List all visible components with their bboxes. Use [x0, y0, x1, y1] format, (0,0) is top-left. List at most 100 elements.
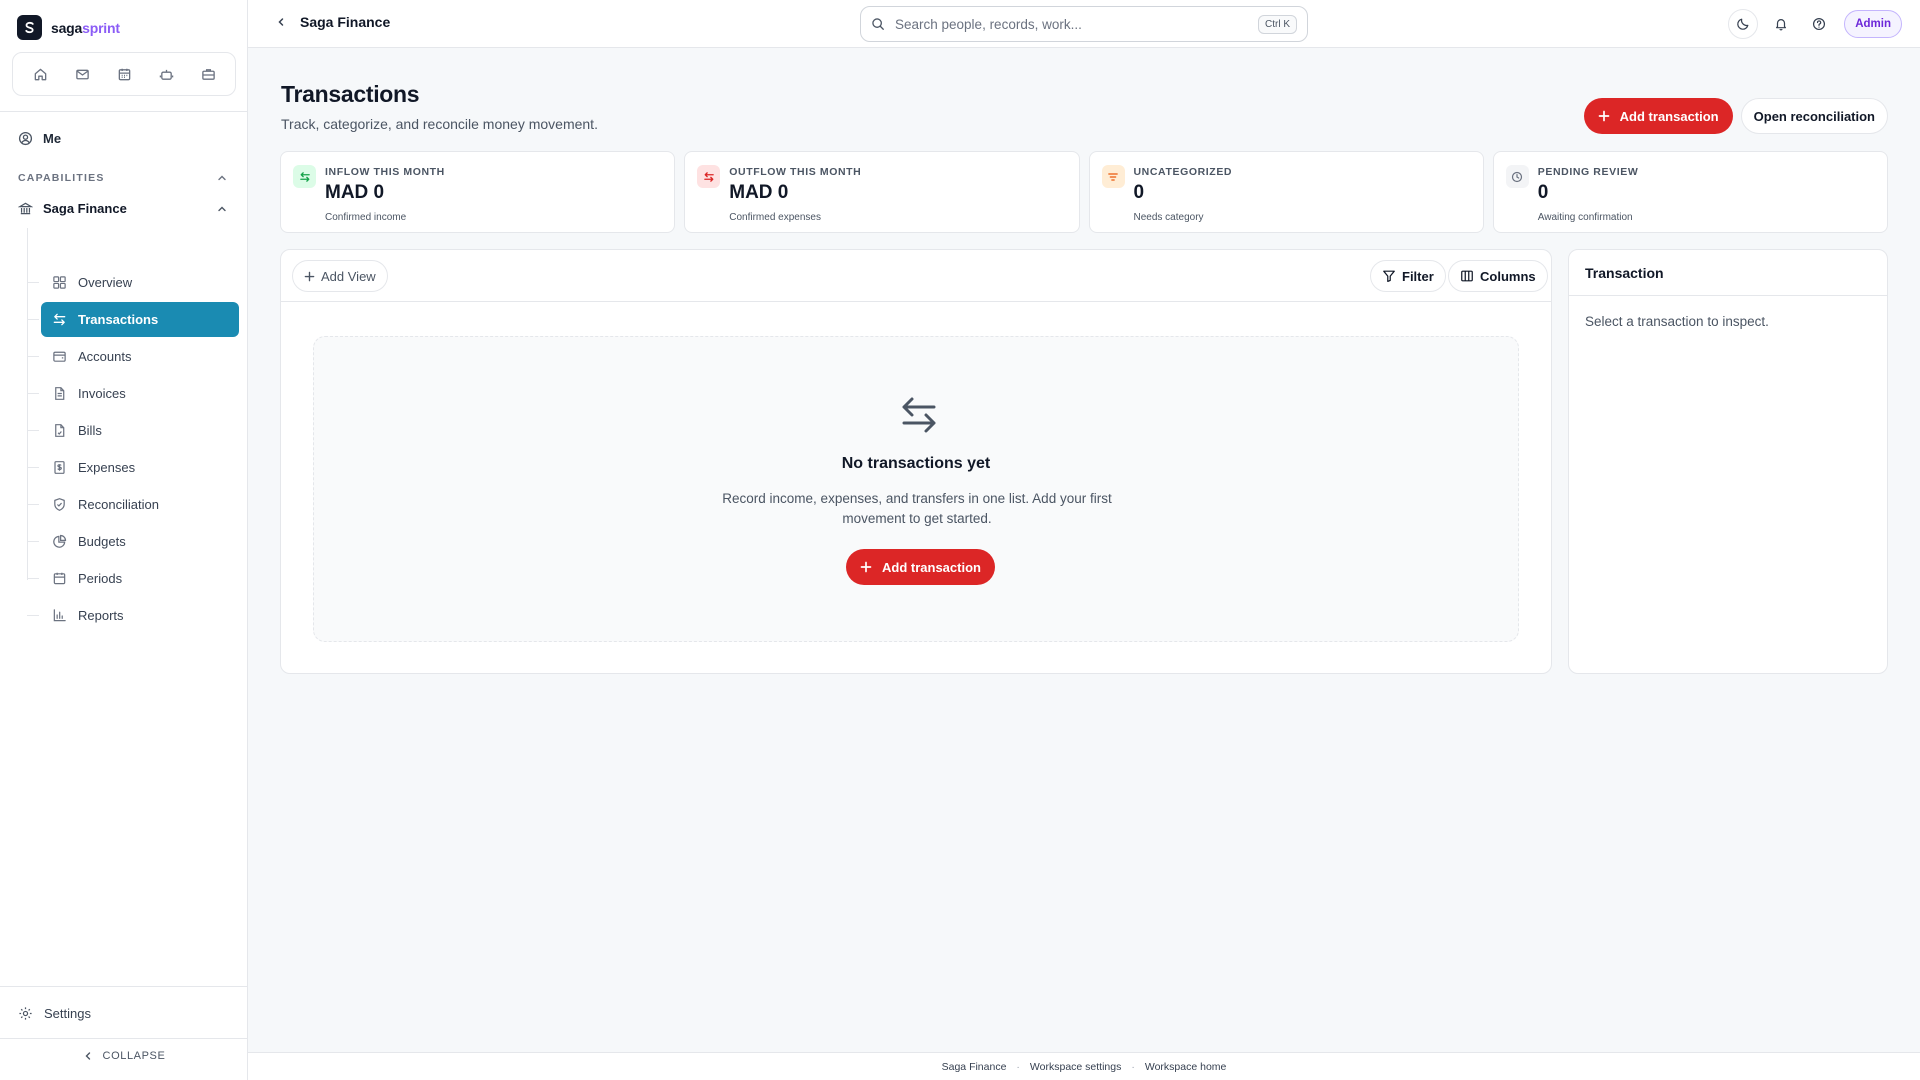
- wallet-icon: [52, 349, 67, 364]
- empty-add-transaction-button[interactable]: Add transaction: [846, 549, 995, 585]
- sidebar-item-overview[interactable]: Overview: [27, 265, 239, 300]
- calendar-icon: [52, 571, 67, 586]
- sidebar-item-label: Invoices: [78, 386, 126, 401]
- main-content: Transactions Track, categorize, and reco…: [248, 48, 1920, 1052]
- transaction-detail-panel: Transaction Select a transaction to insp…: [1568, 249, 1888, 674]
- plus-icon: [304, 271, 315, 282]
- briefcase-icon[interactable]: [193, 59, 223, 89]
- add-view-button[interactable]: Add View: [292, 260, 388, 292]
- user-circle-icon: [18, 131, 33, 146]
- sidebar-item-label: Reports: [78, 608, 124, 623]
- sidebar-item-accounts[interactable]: Accounts: [27, 339, 239, 374]
- sidebar-item-periods[interactable]: Periods: [27, 561, 239, 596]
- plus-icon: [860, 561, 872, 573]
- top-bar: Saga Finance Ctrl K Admin: [248, 0, 1920, 48]
- notifications-button[interactable]: [1766, 9, 1796, 39]
- open-reconciliation-button[interactable]: Open reconciliation: [1740, 98, 1888, 134]
- footer-link-workspace-home[interactable]: Workspace home: [1145, 1061, 1227, 1073]
- stat-note: Needs category: [1133, 212, 1204, 223]
- robot-icon[interactable]: [151, 59, 181, 89]
- global-search[interactable]: Ctrl K: [860, 6, 1308, 42]
- chevron-left-icon: [276, 17, 286, 27]
- sidebar-item-invoices[interactable]: Invoices: [27, 376, 239, 411]
- list-toolbar: Add View Filter Columns: [281, 250, 1551, 302]
- sidebar-item-budgets[interactable]: Budgets: [27, 524, 239, 559]
- collapse-label: COLLAPSE: [102, 1050, 166, 1062]
- columns-icon: [1460, 269, 1474, 283]
- back-button[interactable]: Saga Finance: [276, 14, 390, 30]
- sidebar-item-settings[interactable]: Settings: [18, 1006, 91, 1021]
- search-shortcut-badge: Ctrl K: [1258, 14, 1297, 34]
- gear-icon: [18, 1006, 33, 1021]
- transactions-list-panel: Add View Filter Columns No transactions …: [280, 249, 1552, 674]
- brand-name-accent: sprint: [82, 19, 120, 36]
- home-icon[interactable]: [25, 59, 55, 89]
- collapse-sidebar-button[interactable]: COLLAPSE: [0, 1050, 248, 1062]
- sidebar-item-label: Me: [43, 131, 62, 146]
- nav-tree-line: [27, 228, 28, 580]
- breadcrumb-title: Saga Finance: [300, 14, 391, 30]
- sidebar-item-bills[interactable]: Bills: [27, 413, 239, 448]
- sidebar-item-expenses[interactable]: Expenses: [27, 450, 239, 485]
- dark-mode-toggle[interactable]: [1728, 9, 1759, 39]
- sidebar-item-label: Bills: [78, 423, 102, 438]
- sidebar-item-me[interactable]: Me: [18, 131, 61, 146]
- admin-badge[interactable]: Admin: [1844, 10, 1902, 38]
- help-button[interactable]: [1804, 9, 1834, 39]
- stat-note: Confirmed income: [325, 212, 407, 223]
- filter-button[interactable]: Filter: [1370, 260, 1446, 292]
- stat-note: Confirmed expenses: [729, 212, 821, 223]
- quick-launch-bar: [12, 52, 236, 96]
- brand[interactable]: sagasprint: [17, 15, 120, 40]
- footer-link-workspace-settings[interactable]: Workspace settings: [1030, 1061, 1121, 1073]
- bank-icon: [18, 201, 33, 216]
- detail-panel-placeholder: Select a transaction to inspect.: [1585, 314, 1769, 329]
- stat-note: Awaiting confirmation: [1537, 212, 1633, 223]
- footer-separator: ·: [1016, 1060, 1020, 1073]
- stat-value: 0: [1133, 182, 1145, 203]
- page-actions: Add transaction Open reconciliation: [1583, 98, 1888, 134]
- button-label: Add transaction: [882, 559, 981, 575]
- brand-name: sagasprint: [51, 20, 120, 36]
- sidebar-item-transactions[interactable]: Transactions: [27, 302, 239, 337]
- sidebar-item-label: Transactions: [78, 312, 159, 327]
- button-label: Add View: [321, 268, 376, 284]
- sidebar-item-label: Periods: [78, 571, 123, 586]
- footer-link-saga-finance[interactable]: Saga Finance: [942, 1061, 1007, 1073]
- columns-button[interactable]: Columns: [1448, 260, 1548, 292]
- sidebar-item-reconciliation[interactable]: Reconciliation: [27, 487, 239, 522]
- stat-card-uncategorized: UNCATEGORIZED 0 Needs category: [1088, 151, 1484, 233]
- mail-icon[interactable]: [67, 59, 97, 89]
- page-subtitle: Track, categorize, and reconcile money m…: [281, 116, 598, 132]
- capabilities-label: CAPABILITIES: [18, 172, 105, 184]
- plus-icon: [1598, 110, 1610, 122]
- top-bar-actions: Admin: [1728, 9, 1902, 39]
- stat-value: MAD 0: [729, 182, 789, 203]
- calendar-icon[interactable]: [109, 59, 139, 89]
- search-input[interactable]: [895, 16, 1248, 32]
- arrows-swap-icon: [899, 395, 939, 435]
- sidebar-divider: [0, 111, 248, 112]
- stat-card-pending-review: PENDING REVIEW 0 Awaiting confirmation: [1492, 151, 1888, 233]
- sidebar-item-label: Accounts: [78, 349, 132, 364]
- sidebar-item-label: Settings: [44, 1006, 91, 1021]
- sidebar-divider: [0, 1038, 248, 1039]
- add-transaction-button[interactable]: Add transaction: [1583, 98, 1733, 134]
- chevron-up-icon: [216, 203, 228, 215]
- sidebar-divider: [0, 986, 248, 987]
- stats-row: INFLOW THIS MONTH MAD 0 Confirmed income…: [280, 151, 1888, 233]
- brand-logo-icon: [17, 15, 42, 40]
- sidebar-item-reports[interactable]: Reports: [27, 598, 239, 633]
- grid-icon: [52, 275, 67, 290]
- stat-card-outflow: OUTFLOW THIS MONTH MAD 0 Confirmed expen…: [684, 151, 1080, 233]
- capabilities-header[interactable]: CAPABILITIES: [18, 172, 228, 184]
- empty-state-title: No transactions yet: [841, 455, 991, 472]
- bar-chart-icon: [52, 608, 67, 623]
- stat-label: PENDING REVIEW: [1537, 166, 1639, 178]
- sidebar: sagasprint Me CAPABILITIES Saga Finance …: [0, 0, 248, 1080]
- stat-label: OUTFLOW THIS MONTH: [729, 166, 862, 178]
- filter-icon: [1382, 269, 1396, 283]
- stat-value: MAD 0: [325, 182, 385, 203]
- module-saga-finance[interactable]: Saga Finance: [18, 201, 228, 216]
- bell-icon: [1774, 17, 1788, 31]
